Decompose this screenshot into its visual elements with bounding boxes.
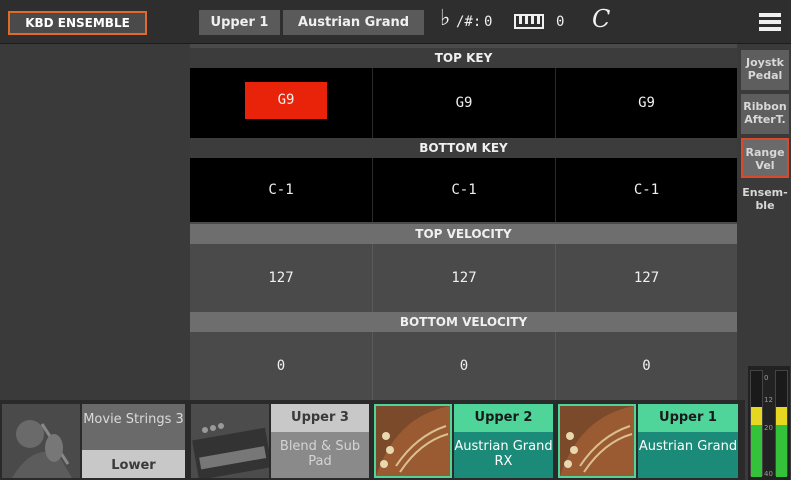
meter-left-channel	[750, 370, 763, 477]
top-velocity-value[interactable]: 127	[556, 244, 737, 312]
range-velocity-grid: TOP KEY G9 G9 G9 BOTTOM KEY C-1 C-1 C-1 …	[190, 44, 737, 400]
part-slot-upper-2[interactable]: Upper 2 Austrian Grand RX	[372, 402, 555, 480]
grand-piano-thumbnail	[558, 404, 636, 478]
flat-icon: ♭	[440, 6, 451, 31]
tab-ensemble[interactable]: Ensem- ble	[741, 180, 789, 220]
part-sound-name: Austrian Grand RX	[454, 432, 553, 478]
keyboard-part-button[interactable]: Upper 1	[199, 10, 280, 35]
strings-thumbnail	[2, 404, 80, 478]
part-label: Upper 3	[271, 404, 369, 432]
part-label: Upper 1	[638, 404, 738, 432]
top-key-value-selected[interactable]: G9	[245, 82, 327, 119]
scale-value[interactable]: C	[592, 5, 610, 33]
top-bar: KBD ENSEMBLE Upper 1 Austrian Grand ♭ /#…	[0, 0, 791, 44]
grand-piano-thumbnail	[374, 404, 452, 478]
meter-tick: 12	[764, 396, 773, 404]
meter-tick: 0	[764, 374, 769, 382]
top-velocity-value[interactable]: 127	[373, 244, 555, 312]
tab-range-velocity[interactable]: Range Vel	[741, 138, 789, 178]
bottom-key-value[interactable]: C-1	[556, 158, 737, 222]
bottom-velocity-value[interactable]: 0	[190, 332, 372, 400]
tab-joystick-pedal[interactable]: Joystk Pedal	[741, 50, 789, 90]
top-key-value[interactable]: G9	[373, 68, 555, 138]
part-sound-name: Blend & Sub Pad	[271, 432, 369, 478]
part-slot-upper-1[interactable]: Upper 1 Austrian Grand	[556, 402, 740, 480]
bottom-key-header: BOTTOM KEY	[190, 138, 737, 158]
side-tabs: Joystk Pedal Ribbon AfterT. Range Vel En…	[739, 44, 791, 212]
part-slot-lower[interactable]: Movie Strings 3 Lower	[0, 402, 187, 480]
synth-thumbnail	[191, 404, 269, 478]
keyboard-parts-strip: Movie Strings 3 Lower Upper 3 Blend & Su…	[0, 400, 745, 480]
part-label: Upper 2	[454, 404, 553, 432]
left-panel	[0, 44, 190, 400]
part-sound-name: Movie Strings 3	[82, 404, 185, 450]
top-velocity-row: 127 127 127	[190, 244, 737, 312]
level-meter: 0 12 20 40	[748, 366, 790, 480]
transpose-label: /#:	[456, 14, 482, 30]
part-slot-upper-3[interactable]: Upper 3 Blend & Sub Pad	[189, 402, 371, 480]
transpose-value[interactable]: 0	[484, 14, 492, 30]
bottom-key-value[interactable]: C-1	[190, 158, 372, 222]
bottom-velocity-header: BOTTOM VELOCITY	[190, 312, 737, 332]
part-sound-name: Austrian Grand	[638, 432, 738, 478]
top-key-row: G9 G9 G9	[190, 68, 737, 138]
meter-tick: 20	[764, 424, 773, 432]
top-velocity-header: TOP VELOCITY	[190, 224, 737, 244]
keyboard-icon	[514, 14, 544, 29]
part-label: Lower	[82, 450, 185, 478]
bottom-velocity-value[interactable]: 0	[556, 332, 737, 400]
bottom-velocity-value[interactable]: 0	[373, 332, 555, 400]
meter-tick: 40	[764, 470, 773, 478]
top-key-header: TOP KEY	[190, 48, 737, 68]
kbd-ensemble-button[interactable]: KBD ENSEMBLE	[8, 11, 147, 35]
bottom-key-value[interactable]: C-1	[373, 158, 555, 222]
hamburger-menu-icon[interactable]	[759, 13, 781, 31]
bottom-velocity-row: 0 0 0	[190, 332, 737, 400]
tab-ribbon-aftertouch[interactable]: Ribbon AfterT.	[741, 94, 789, 134]
top-key-value[interactable]: G9	[556, 68, 737, 138]
top-velocity-value[interactable]: 127	[190, 244, 372, 312]
bottom-key-row: C-1 C-1 C-1	[190, 158, 737, 222]
top-key-cell-1[interactable]: G9	[190, 68, 372, 138]
sound-name-button[interactable]: Austrian Grand	[283, 10, 424, 35]
meter-right-channel	[775, 370, 788, 477]
octave-value[interactable]: 0	[556, 14, 564, 30]
